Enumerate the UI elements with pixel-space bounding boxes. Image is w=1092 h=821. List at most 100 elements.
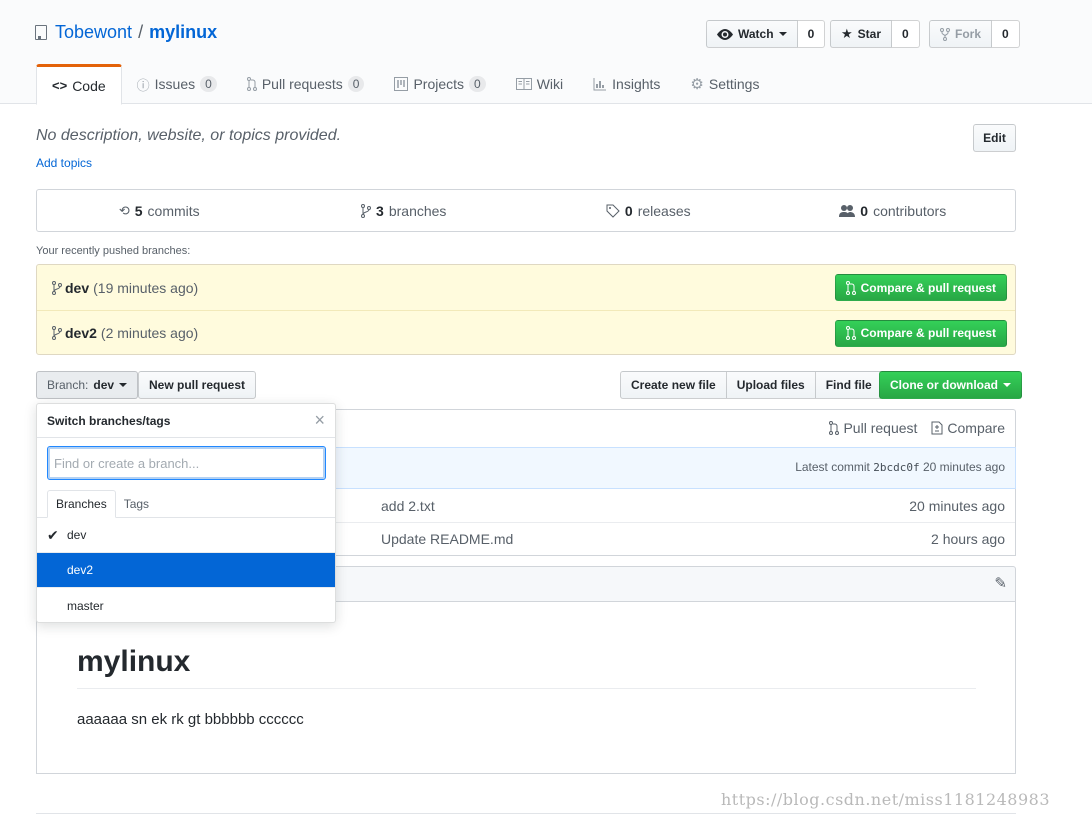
compare-link-label: Compare <box>947 420 1005 436</box>
commits-count: 5 <box>134 202 143 219</box>
contributors-summary[interactable]: 0 contributors <box>771 190 1016 231</box>
clone-download-label: Clone or download <box>890 378 998 392</box>
branch-item-label: dev <box>67 528 87 542</box>
tag-icon <box>606 204 620 218</box>
history-icon: ⟲ <box>118 202 130 218</box>
compare-pull-request-label: Compare & pull request <box>860 326 996 340</box>
branch-item-master[interactable]: master <box>37 588 335 623</box>
branch-item-label: dev2 <box>67 563 94 577</box>
clone-download-button[interactable]: Clone or download <box>879 371 1022 399</box>
star-count[interactable]: 0 <box>892 20 920 48</box>
tab-code[interactable]: <> Code <box>36 64 122 105</box>
recent-branch-row: dev (19 minutes ago) Compare & pull requ… <box>37 265 1015 310</box>
star-icon: ★ <box>841 26 853 41</box>
numbers-summary: ⟲ 5 commits 3 branches 0 releases 0 cont… <box>36 189 1016 232</box>
upload-files-button[interactable]: Upload files <box>725 371 816 399</box>
file-age: 2 hours ago <box>931 531 1005 547</box>
branches-summary[interactable]: 3 branches <box>282 190 527 231</box>
watch-group: Watch 0 <box>706 20 826 48</box>
tab-branches[interactable]: Branches <box>47 490 116 518</box>
dropdown-tabs: Branches Tags <box>37 488 335 518</box>
dropdown-header: Switch branches/tags × <box>37 404 335 438</box>
recent-branches: dev (19 minutes ago) Compare & pull requ… <box>36 264 1016 355</box>
branch-icon <box>52 280 62 295</box>
tab-tags[interactable]: Tags <box>116 491 157 517</box>
tab-issues-label: Issues <box>154 76 196 92</box>
create-new-file-button[interactable]: Create new file <box>620 371 727 399</box>
repo-owner-link[interactable]: Tobewont <box>55 22 132 43</box>
star-button[interactable]: ★ Star <box>830 20 892 48</box>
new-pull-request-button[interactable]: New pull request <box>138 371 257 399</box>
watch-count[interactable]: 0 <box>797 20 826 48</box>
pr-links: Pull request Compare <box>829 420 1005 436</box>
file-actions: Create new file Upload files Find file <box>620 371 883 399</box>
releases-count: 0 <box>624 202 633 219</box>
code-icon: <> <box>52 78 68 93</box>
commits-summary[interactable]: ⟲ 5 commits <box>37 190 282 231</box>
footer-divider <box>36 813 1016 814</box>
watch-button[interactable]: Watch <box>706 20 798 48</box>
branch-select-button[interactable]: Branch: dev <box>36 371 139 399</box>
compare-pull-request-button[interactable]: Compare & pull request <box>834 319 1007 347</box>
branch-item-label: master <box>67 598 104 613</box>
branch-icon <box>361 203 372 218</box>
book-icon <box>515 78 532 90</box>
pull-request-link[interactable]: Pull request <box>829 420 917 436</box>
branch-icon <box>52 326 62 340</box>
check-icon: ✔ <box>47 527 59 543</box>
star-group: ★ Star 0 <box>830 20 920 48</box>
edit-description-button[interactable]: Edit <box>973 124 1016 152</box>
tab-issues[interactable]: ⓘ Issues 0 <box>122 64 232 104</box>
add-topics-link[interactable]: Add topics <box>36 156 92 170</box>
repo-icon <box>35 25 47 40</box>
close-icon[interactable]: × <box>314 410 325 431</box>
compare-link[interactable]: Compare <box>931 420 1005 436</box>
latest-commit: Latest commit 2bcdc0f 20 minutes ago <box>795 460 1005 474</box>
compare-pull-request-label: Compare & pull request <box>860 280 996 295</box>
tab-wiki-label: Wiki <box>536 76 564 92</box>
tab-projects[interactable]: Projects 0 <box>379 64 500 104</box>
compare-pull-request-button[interactable]: Compare & pull request <box>834 274 1007 301</box>
tab-code-label: Code <box>72 77 106 94</box>
commit-sha-link[interactable]: 2bcdc0f <box>873 461 919 474</box>
graph-icon <box>593 78 607 91</box>
releases-summary[interactable]: 0 releases <box>526 190 771 231</box>
branch-item-dev[interactable]: ✔ dev <box>37 518 335 553</box>
pull-request-icon <box>845 280 856 295</box>
find-file-button[interactable]: Find file <box>814 371 883 399</box>
gear-icon: ⚙ <box>690 76 704 93</box>
branch-filter-input[interactable] <box>47 446 326 480</box>
readme-body: aaaaaa sn ek rk gt bbbbbb cccccc <box>77 711 304 728</box>
repo-name-link[interactable]: mylinux <box>149 22 217 43</box>
pull-request-link-label: Pull request <box>843 420 918 436</box>
branch-value: dev <box>93 378 115 392</box>
tab-wiki[interactable]: Wiki <box>501 64 578 104</box>
tab-insights[interactable]: Insights <box>578 64 675 104</box>
file-commit-message[interactable]: Update README.md <box>381 531 513 547</box>
repo-title: Tobewont / mylinux <box>35 22 217 43</box>
readme-title: mylinux <box>77 645 976 689</box>
recent-branch-row: dev2 (2 minutes ago) Compare & pull requ… <box>37 310 1015 355</box>
fork-group: Fork 0 <box>929 20 1020 48</box>
issue-icon: ⓘ <box>136 77 150 93</box>
tab-settings[interactable]: ⚙ Settings <box>675 64 774 104</box>
branch-item-dev2[interactable]: dev2 <box>37 553 335 588</box>
latest-commit-label: Latest commit <box>795 460 870 474</box>
recent-branch-time: (19 minutes ago) <box>93 279 199 296</box>
file-commit-message[interactable]: add 2.txt <box>381 498 435 514</box>
chevron-down-icon <box>778 32 787 36</box>
fork-label: Fork <box>955 27 982 41</box>
repo-nav-tabs: <> Code ⓘ Issues 0 Pull requests 0 Proje… <box>36 64 774 105</box>
branches-count: 3 <box>376 202 384 219</box>
recent-branch-name[interactable]: dev2 <box>65 325 97 341</box>
tab-pull-requests[interactable]: Pull requests 0 <box>232 64 380 104</box>
pencil-icon[interactable]: ✎ <box>994 574 1007 592</box>
fork-count[interactable]: 0 <box>992 20 1020 48</box>
fork-button[interactable]: Fork <box>929 20 993 48</box>
commits-label: commits <box>147 202 200 219</box>
branches-label: branches <box>388 202 447 219</box>
recent-branches-label: Your recently pushed branches: <box>36 245 191 257</box>
projects-counter: 0 <box>469 76 486 92</box>
contributors-count: 0 <box>860 202 869 219</box>
recent-branch-name[interactable]: dev <box>65 280 89 296</box>
